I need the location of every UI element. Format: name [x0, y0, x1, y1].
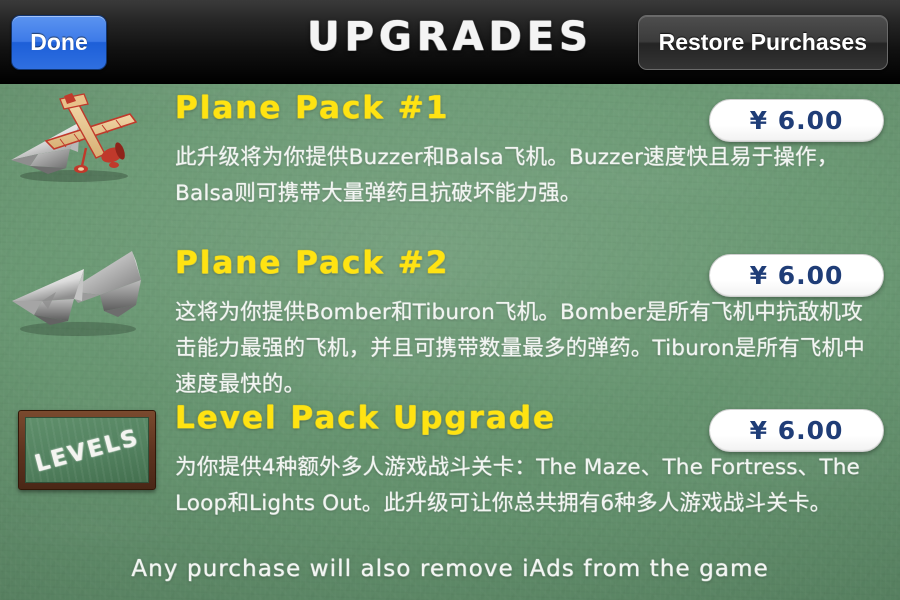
upgrade-row-plane-pack-2[interactable]: Plane Pack #2 这将为你提供Bomber和Tiburon飞机。Bom…: [0, 239, 900, 394]
upgrade-description: 这将为你提供Bomber和Tiburon飞机。Bomber是所有飞机中抗敌机攻击…: [175, 300, 865, 394]
two-paper-planes-icon: [8, 247, 158, 339]
upgrade-text-block: Plane Pack #2 这将为你提供Bomber和Tiburon飞机。Bom…: [175, 245, 865, 394]
paper-plane-and-balsa-plane-icon: [8, 92, 158, 184]
upgrade-title: Level Pack Upgrade: [175, 400, 556, 436]
footer-note: Any purchase will also remove iAds from …: [131, 556, 769, 582]
upgrades-screen: Done UPGRADES Restore Purchases Plane Pa…: [0, 0, 900, 600]
upgrade-row-plane-pack-1[interactable]: Plane Pack #1 此升级将为你提供Buzzer和Balsa飞机。Buz…: [0, 84, 900, 239]
upgrade-text-block: Plane Pack #1 此升级将为你提供Buzzer和Balsa飞机。Buz…: [175, 90, 838, 212]
mini-chalkboard-frame: LEVELS: [18, 410, 156, 490]
restore-purchases-label: Restore Purchases: [658, 29, 867, 55]
restore-purchases-button[interactable]: Restore Purchases: [637, 15, 888, 70]
price-label: ¥ 6.00: [749, 416, 844, 445]
buy-price-button[interactable]: ¥ 6.00: [709, 254, 884, 297]
upgrade-title: Plane Pack #2: [175, 245, 450, 281]
buy-price-button[interactable]: ¥ 6.00: [709, 409, 884, 452]
upgrades-list: Plane Pack #1 此升级将为你提供Buzzer和Balsa飞机。Buz…: [0, 84, 900, 554]
mini-chalkboard-label: LEVELS: [31, 424, 143, 478]
navigation-bar: Done UPGRADES Restore Purchases: [0, 0, 900, 84]
price-label: ¥ 6.00: [749, 261, 844, 290]
upgrade-title: Plane Pack #1: [175, 90, 450, 126]
mini-chalkboard-slate: LEVELS: [25, 417, 149, 483]
levels-chalkboard-icon: LEVELS: [8, 402, 158, 494]
upgrade-row-level-pack[interactable]: LEVELS Level Pack Upgrade 为你提供4种额外多人游戏战斗…: [0, 394, 900, 554]
upgrade-text-block: Level Pack Upgrade 为你提供4种额外多人游戏战斗关卡：The …: [175, 400, 860, 522]
buy-price-button[interactable]: ¥ 6.00: [709, 99, 884, 142]
upgrade-description: 此升级将为你提供Buzzer和Balsa飞机。Buzzer速度快且易于操作，Ba…: [175, 145, 839, 206]
price-label: ¥ 6.00: [749, 106, 844, 135]
upgrade-description: 为你提供4种额外多人游戏战斗关卡：The Maze、The Fortress、T…: [175, 455, 860, 516]
